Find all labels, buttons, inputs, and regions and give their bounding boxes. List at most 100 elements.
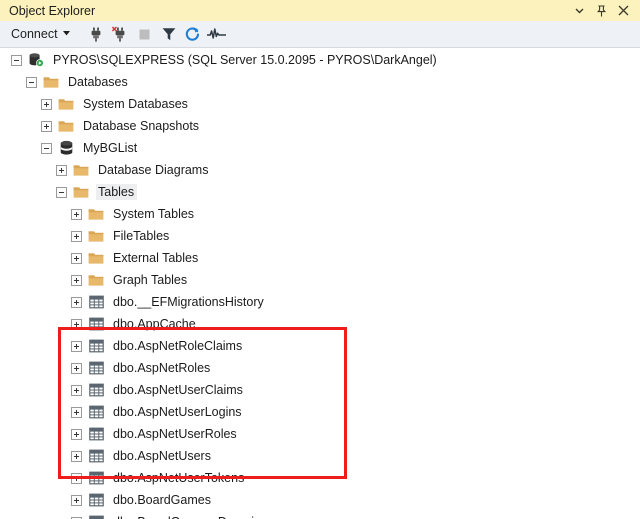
folder-icon [73, 184, 89, 200]
close-icon[interactable] [617, 4, 630, 18]
expand-node-icon[interactable] [71, 230, 82, 242]
tree-node[interactable]: dbo.__EFMigrationsHistory [0, 291, 640, 313]
tree-node-label: dbo.AspNetRoleClaims [113, 339, 243, 353]
tree-node[interactable]: dbo.AspNetUserRoles [0, 423, 640, 445]
object-explorer-toolbar: Connect [0, 21, 640, 48]
tree-node-label: MyBGList [83, 141, 138, 155]
tree-node[interactable]: dbo.AspNetRoles [0, 357, 640, 379]
folder-icon [58, 96, 74, 112]
collapse-node-icon[interactable] [26, 76, 37, 88]
chevron-down-icon [62, 30, 70, 38]
tree-node[interactable]: Database Diagrams [0, 159, 640, 181]
folder-icon [88, 250, 104, 266]
tree-node[interactable]: dbo.AppCache [0, 313, 640, 335]
connect-button[interactable]: Connect [7, 25, 74, 43]
expand-node-icon[interactable] [41, 120, 52, 132]
expand-node-icon[interactable] [71, 428, 82, 440]
tree-node[interactable]: dbo.AspNetRoleClaims [0, 335, 640, 357]
tree-node[interactable]: External Tables [0, 247, 640, 269]
table-icon [88, 426, 104, 442]
tree-node-label: dbo.AspNetUserTokens [113, 471, 245, 485]
activity-monitor-icon[interactable] [205, 23, 229, 45]
stop-icon [133, 23, 157, 45]
folder-icon [88, 228, 104, 244]
table-icon [88, 470, 104, 486]
tree-node-label: System Tables [113, 207, 195, 221]
expand-node-icon[interactable] [71, 384, 82, 396]
tree-node-label: dbo.AspNetUserClaims [113, 383, 243, 397]
tree-node[interactable]: Databases [0, 71, 640, 93]
tree-node[interactable]: dbo.BoardGames [0, 489, 640, 511]
expand-node-icon[interactable] [71, 472, 82, 484]
database-icon [58, 140, 74, 156]
tree-node-label: dbo.BoardGames_Domains [111, 514, 270, 519]
tree-node[interactable]: dbo.AspNetUserTokens [0, 467, 640, 489]
tree-node-label: Database Snapshots [83, 119, 200, 133]
collapse-node-icon[interactable] [11, 54, 22, 66]
dropdown-icon[interactable] [573, 4, 586, 18]
tree-node[interactable]: Tables [0, 181, 640, 203]
table-icon [88, 448, 104, 464]
table-icon [88, 316, 104, 332]
tree-node-label: dbo.AspNetUserLogins [113, 405, 242, 419]
tree-node-label: dbo.__EFMigrationsHistory [113, 295, 264, 309]
expand-node-icon[interactable] [71, 362, 82, 374]
tree-node[interactable]: dbo.BoardGames_Domains [0, 511, 640, 519]
table-icon [88, 294, 104, 310]
expand-node-icon[interactable] [71, 406, 82, 418]
disconnect-object-explorer-icon[interactable] [109, 23, 133, 45]
titlebar-button-group [573, 4, 636, 18]
object-explorer-titlebar: Object Explorer [0, 0, 640, 21]
collapse-node-icon[interactable] [41, 142, 52, 154]
expand-node-icon[interactable] [71, 274, 82, 286]
tree-node[interactable]: Graph Tables [0, 269, 640, 291]
expand-node-icon[interactable] [71, 340, 82, 352]
refresh-icon[interactable] [181, 23, 205, 45]
panel-title: Object Explorer [9, 3, 96, 18]
tree-node-label: PYROS\SQLEXPRESS (SQL Server 15.0.2095 -… [53, 53, 437, 67]
table-icon [88, 514, 104, 519]
expand-node-icon[interactable] [41, 98, 52, 110]
folder-icon [58, 118, 74, 134]
expand-node-icon[interactable] [71, 450, 82, 462]
tree-node[interactable]: dbo.AspNetUsers [0, 445, 640, 467]
tree-node-label: System Databases [83, 97, 188, 111]
connect-button-label: Connect [11, 27, 58, 41]
expand-node-icon[interactable] [71, 208, 82, 220]
tree-node-label: Graph Tables [113, 273, 188, 287]
expand-node-icon[interactable] [71, 252, 82, 264]
folder-icon [88, 206, 104, 222]
table-icon [88, 338, 104, 354]
tree-node-label: Database Diagrams [98, 163, 209, 177]
tree-node-label: Tables [96, 184, 138, 200]
table-icon [88, 382, 104, 398]
tree-node-label: dbo.AppCache [113, 317, 196, 331]
expand-node-icon[interactable] [71, 296, 82, 308]
tree-node[interactable]: dbo.AspNetUserClaims [0, 379, 640, 401]
tree-node-label: dbo.AspNetUsers [113, 449, 211, 463]
object-explorer-tree[interactable]: PYROS\SQLEXPRESS (SQL Server 15.0.2095 -… [0, 49, 640, 519]
tree-node-label: FileTables [113, 229, 170, 243]
tree-node[interactable]: System Tables [0, 203, 640, 225]
tree-node[interactable]: dbo.AspNetUserLogins [0, 401, 640, 423]
table-icon [88, 492, 104, 508]
collapse-node-icon[interactable] [56, 186, 67, 198]
server-icon [28, 52, 44, 68]
connect-object-explorer-icon[interactable] [85, 23, 109, 45]
folder-icon [43, 74, 59, 90]
expand-node-icon[interactable] [56, 164, 67, 176]
table-icon [88, 360, 104, 376]
tree-node[interactable]: FileTables [0, 225, 640, 247]
tree-node[interactable]: MyBGList [0, 137, 640, 159]
tree-node-label: dbo.AspNetUserRoles [113, 427, 237, 441]
pin-icon[interactable] [595, 4, 608, 18]
tree-node[interactable]: Database Snapshots [0, 115, 640, 137]
tree-node[interactable]: System Databases [0, 93, 640, 115]
folder-icon [73, 162, 89, 178]
tree-node-label: dbo.BoardGames [113, 493, 211, 507]
tree-node-label: dbo.AspNetRoles [113, 361, 211, 375]
filter-icon[interactable] [157, 23, 181, 45]
tree-node[interactable]: PYROS\SQLEXPRESS (SQL Server 15.0.2095 -… [0, 49, 640, 71]
expand-node-icon[interactable] [71, 318, 82, 330]
expand-node-icon[interactable] [71, 494, 82, 506]
